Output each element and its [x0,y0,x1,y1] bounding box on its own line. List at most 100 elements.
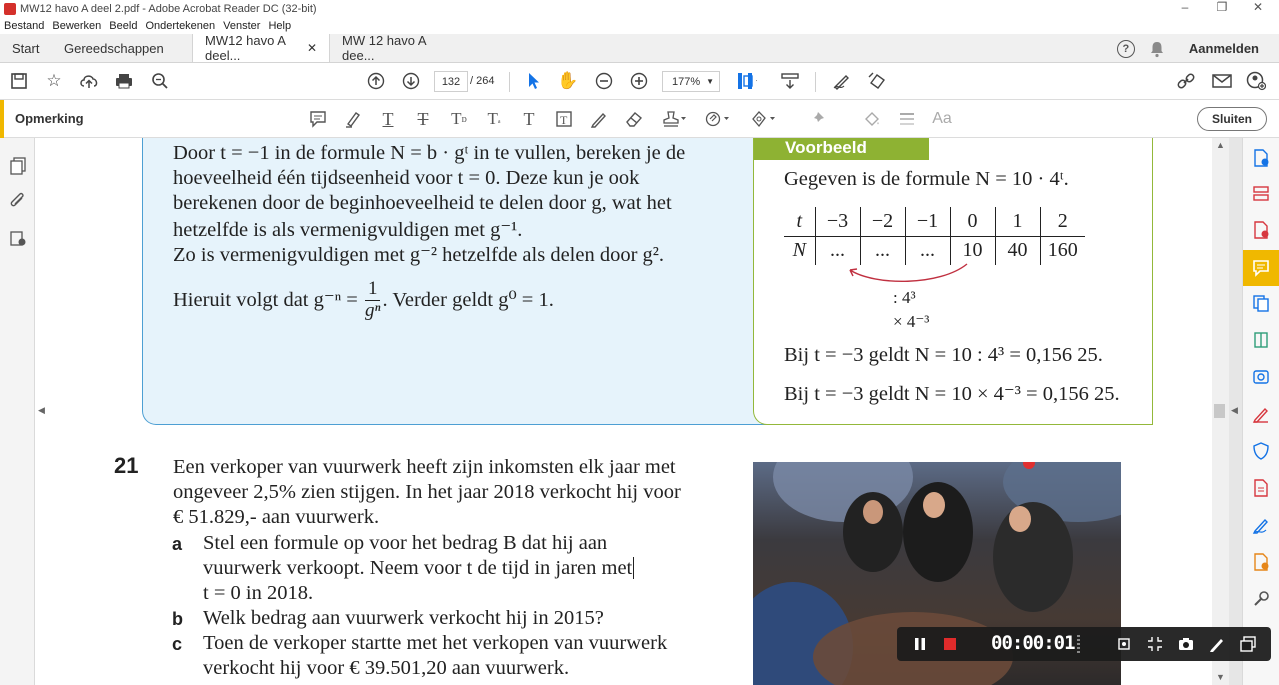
theory-line: hetzelfde is als vermenigvuldigen met g⁻… [173,219,523,241]
menu-beeld[interactable]: Beeld [109,20,137,32]
left-navigation-panel [0,138,35,685]
print-icon[interactable] [114,71,134,91]
text-properties-icon[interactable]: Aa [932,109,952,129]
menu-help[interactable]: Help [268,20,291,32]
zoom-out-icon[interactable] [594,71,614,91]
zoom-in-icon[interactable] [629,71,649,91]
hand-tool-icon[interactable]: ✋ [557,71,578,91]
notifications-bell-icon[interactable] [1149,40,1165,58]
protect-shield-icon[interactable] [1251,441,1271,461]
tab-document-1[interactable]: MW12 havo A deel... ✕ [192,33,330,63]
bookmark-star-icon[interactable]: ☆ [44,71,64,91]
pin-icon[interactable] [810,109,830,129]
highlight-icon[interactable] [343,109,363,129]
add-text-icon[interactable]: T [519,109,539,129]
vertical-scrollbar[interactable]: ▲ ▼ [1212,138,1229,685]
more-tools-icon[interactable] [1251,589,1271,609]
fill-and-sign-icon[interactable] [1251,515,1271,535]
tab-close-icon[interactable]: ✕ [307,41,317,55]
export-pdf-icon[interactable] [1251,220,1271,240]
strikethrough-text-icon[interactable]: T [413,109,433,129]
collapse-left-panel-icon[interactable]: ◀ [38,405,45,416]
menu-bar: Bestand Bewerken Beeld Ondertekenen Vens… [0,17,1279,34]
line-style-icon[interactable] [897,109,917,129]
sign-in-button[interactable]: Aanmelden [1189,41,1259,56]
close-comment-button[interactable]: Sluiten [1197,107,1267,131]
text-box-icon[interactable]: T [554,109,574,129]
scan-ocr-icon[interactable] [1251,367,1271,387]
subquestion-b-line: Welk bedrag aan vuurwerk verkocht hij in… [203,607,604,629]
save-icon[interactable] [9,71,29,91]
rotate-page-icon[interactable] [867,71,887,91]
zoom-level-select[interactable]: 177% ▼ [662,71,720,92]
select-cursor-icon[interactable] [524,71,544,91]
screen-recorder-bar: 00:00:01 [897,627,1271,661]
scroll-up-icon[interactable]: ▲ [1216,140,1225,150]
help-icon[interactable]: ? [1116,39,1135,58]
tab-tools[interactable]: Gereedschappen [52,34,192,62]
scrollbar-thumb[interactable] [1214,404,1225,418]
table-cell: 40 [994,236,1040,265]
page-number-input[interactable]: 132 [434,71,468,92]
next-page-icon[interactable] [401,71,421,91]
fill-color-icon[interactable] [862,109,882,129]
restore-button[interactable]: ❐ [1205,0,1239,17]
minimize-overlay-icon[interactable] [1239,635,1257,653]
multiply-label: × 4⁻³ [893,312,930,331]
tab-start[interactable]: Start [0,34,52,62]
signatures-icon[interactable] [8,229,28,249]
compress-icon[interactable] [1251,330,1271,350]
previous-page-icon[interactable] [366,71,386,91]
cloud-upload-icon[interactable] [79,71,99,91]
scroll-mode-icon[interactable] [780,71,800,91]
tab-document-2[interactable]: MW 12 havo A dee... [330,33,470,63]
stamp-icon[interactable] [662,109,688,129]
page-display-icon[interactable] [737,71,757,91]
zoom-search-icon[interactable] [150,71,170,91]
sticky-note-icon[interactable] [308,109,328,129]
attach-file-icon[interactable] [705,109,731,129]
insert-text-icon[interactable]: Tₐ [484,109,504,129]
send-for-review-icon[interactable] [1251,552,1271,572]
document-page: Voorbeeld Door t = −1 in de formule N = … [35,138,1212,685]
stop-record-icon[interactable] [941,635,959,653]
document-icon[interactable] [1251,478,1271,498]
share-link-icon[interactable] [1176,71,1196,91]
capture-region-icon[interactable] [1115,635,1133,653]
organize-pages-icon[interactable] [1251,184,1271,204]
photo-detail [863,500,883,524]
fullscreen-icon[interactable] [1146,635,1164,653]
collapse-right-panel-icon[interactable]: ◀ [1231,405,1238,416]
comment-icon [1253,260,1269,277]
fill-sign-icon[interactable] [832,71,852,91]
edit-pdf-icon[interactable] [1251,404,1271,424]
replace-text-icon[interactable]: Tᴅ [449,109,469,129]
create-pdf-icon[interactable] [1251,148,1271,168]
table-cell: 160 [1039,236,1085,265]
pause-icon[interactable] [911,635,929,653]
eraser-icon[interactable] [624,109,644,129]
attachments-paperclip-icon[interactable] [8,191,28,211]
combine-files-icon[interactable] [1251,293,1271,313]
email-icon[interactable] [1212,71,1232,91]
theory-text: Hieruit volgt dat g⁻ⁿ = [173,289,358,312]
question-intro-line: € 51.829,- aan vuurwerk. [173,506,380,528]
table-cell: 0 [949,207,995,237]
draw-pencil-icon[interactable] [589,109,609,129]
scroll-down-icon[interactable]: ▼ [1216,672,1225,682]
menu-bewerken[interactable]: Bewerken [52,20,101,32]
close-window-button[interactable]: ✕ [1241,0,1275,17]
comment-tool-active[interactable] [1243,250,1279,286]
shapes-icon[interactable] [751,109,777,129]
tab-document-1-label: MW12 havo A deel... [205,33,286,63]
page-thumbnails-icon[interactable] [8,156,28,176]
minimize-button[interactable]: – [1168,0,1202,17]
add-user-icon[interactable] [1246,71,1266,91]
annotate-pen-icon[interactable] [1208,635,1226,653]
camera-icon[interactable] [1177,635,1195,653]
menu-ondertekenen[interactable]: Ondertekenen [145,20,215,32]
menu-bestand[interactable]: Bestand [4,20,44,32]
underline-text-icon[interactable]: T [378,109,398,129]
question-intro-line: Een verkoper van vuurwerk heeft zijn ink… [173,456,676,478]
menu-venster[interactable]: Venster [223,20,260,32]
